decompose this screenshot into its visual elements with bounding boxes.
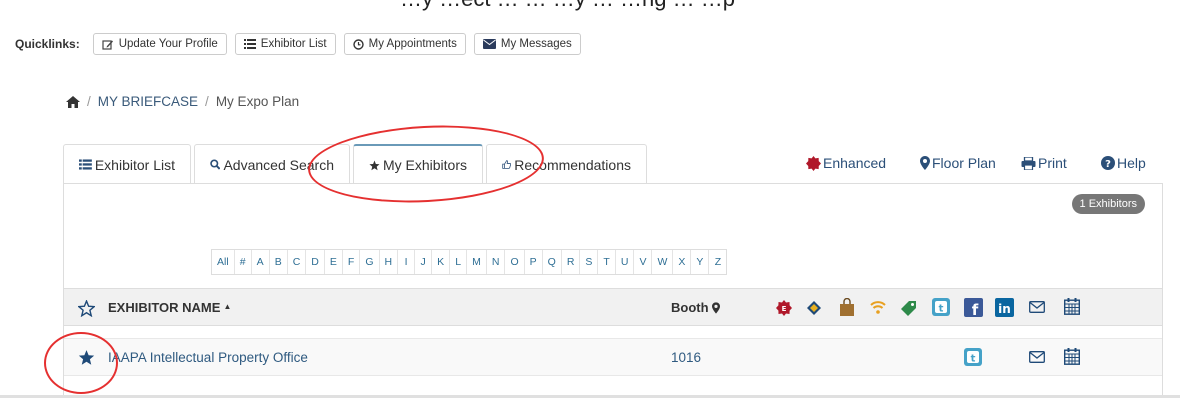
help-label: Help <box>1117 155 1146 171</box>
alpha-filter-s[interactable]: S <box>580 250 599 274</box>
exhibitor-count-badge: 1 Exhibitors <box>1071 194 1145 214</box>
wifi-icon[interactable] <box>870 299 886 315</box>
my-appointments-button[interactable]: My Appointments <box>343 33 466 55</box>
alpha-filter-o[interactable]: O <box>505 250 525 274</box>
alpha-filter-h[interactable]: H <box>380 250 399 274</box>
alpha-filter-e[interactable]: E <box>325 250 343 274</box>
my-appointments-label: My Appointments <box>368 38 457 50</box>
print-label: Print <box>1038 155 1067 171</box>
twitter-icon[interactable]: t <box>932 298 950 316</box>
cropped-caption: …y …ect … … …y … …ng … …p <box>0 0 1180 12</box>
featured-product-icon[interactable] <box>806 300 822 316</box>
map-marker-icon <box>711 301 720 314</box>
alpha-filter-q[interactable]: Q <box>543 250 562 274</box>
alpha-filter-y[interactable]: Y <box>691 250 710 274</box>
sort-asc-icon: ▲ <box>223 302 232 311</box>
alpha-filter-a[interactable]: A <box>252 250 270 274</box>
enhanced-badge-icon[interactable]: E <box>776 300 792 316</box>
shopping-bag-icon[interactable] <box>839 298 855 316</box>
enhanced-label: Enhanced <box>823 155 887 171</box>
alpha-filter-l[interactable]: L <box>450 250 468 274</box>
svg-text:in: in <box>998 302 1011 316</box>
header-label: EXHIBITOR NAME <box>108 300 221 315</box>
calendar-icon[interactable] <box>1064 298 1080 315</box>
home-icon[interactable] <box>66 95 80 108</box>
edit-icon <box>102 39 113 50</box>
svg-text:?: ? <box>1105 159 1111 170</box>
floor-plan-link[interactable]: Floor Plan <box>920 155 996 171</box>
toolbar-links: Enhanced Floor Plan Print ? Help <box>0 155 1180 175</box>
envelope-icon <box>482 39 496 49</box>
enhanced-link[interactable]: Enhanced <box>806 155 886 171</box>
map-marker-icon <box>920 156 930 170</box>
twitter-icon[interactable]: t <box>964 348 982 366</box>
breadcrumb-my-briefcase[interactable]: MY BRIEFCASE <box>98 94 198 109</box>
header-label: Booth <box>671 300 709 315</box>
exhibitor-name-link[interactable]: IAAPA Intellectual Property Office <box>108 350 308 365</box>
print-link[interactable]: Print <box>1021 155 1067 171</box>
update-profile-button[interactable]: Update Your Profile <box>92 33 227 55</box>
alpha-filter-z[interactable]: Z <box>709 250 726 274</box>
exhibitor-list-label: Exhibitor List <box>260 38 327 50</box>
alpha-filter-number[interactable]: # <box>235 250 252 274</box>
my-messages-label: My Messages <box>500 38 572 50</box>
exhibitor-name-header[interactable]: EXHIBITOR NAME ▲ <box>108 300 231 315</box>
star-outline-icon[interactable] <box>78 300 95 317</box>
alpha-filter-c[interactable]: C <box>288 250 307 274</box>
question-circle-icon: ? <box>1101 156 1115 170</box>
breadcrumb-separator: / <box>205 94 209 109</box>
help-link[interactable]: ? Help <box>1101 155 1146 171</box>
update-profile-label: Update Your Profile <box>118 38 218 50</box>
quicklinks-label: Quicklinks: <box>15 37 80 51</box>
svg-text:t: t <box>939 304 944 315</box>
alpha-filter-i[interactable]: I <box>398 250 416 274</box>
svg-text:t: t <box>971 354 976 365</box>
exhibitor-list-button[interactable]: Exhibitor List <box>234 33 336 55</box>
table-header: EXHIBITOR NAME ▲ Booth E t f in <box>64 288 1162 326</box>
alpha-filter-n[interactable]: N <box>487 250 506 274</box>
alpha-filter-v[interactable]: V <box>634 250 653 274</box>
print-icon <box>1021 156 1036 170</box>
alpha-filter-r[interactable]: R <box>562 250 581 274</box>
breadcrumb: / MY BRIEFCASE / My Expo Plan <box>66 94 299 109</box>
booth-number[interactable]: 1016 <box>671 350 701 365</box>
list-icon <box>243 39 256 49</box>
envelope-icon[interactable] <box>1029 351 1045 363</box>
svg-text:E: E <box>782 305 787 313</box>
quicklinks-bar: Quicklinks: Update Your Profile Exhibito… <box>15 33 589 55</box>
alpha-filter-x[interactable]: X <box>673 250 692 274</box>
exhibitors-panel: 1 Exhibitors All # A B C D E F G H I J K L M N O P Q R S T U V W… <box>63 183 1163 398</box>
clock-icon <box>352 38 364 50</box>
calendar-icon[interactable] <box>1064 348 1080 365</box>
star-filled-icon[interactable] <box>78 349 95 366</box>
alpha-filter-j[interactable]: J <box>415 250 433 274</box>
alpha-filter-g[interactable]: G <box>360 250 380 274</box>
sponsor-tag-icon[interactable] <box>900 299 918 317</box>
linkedin-icon[interactable]: in <box>995 298 1014 317</box>
facebook-icon[interactable]: f <box>964 298 983 317</box>
enhanced-badge-icon <box>806 155 821 171</box>
alpha-filter-p[interactable]: P <box>525 250 543 274</box>
alpha-filter-t[interactable]: T <box>598 250 616 274</box>
breadcrumb-current: My Expo Plan <box>215 94 300 109</box>
envelope-icon[interactable] <box>1029 301 1045 313</box>
alpha-filter-f[interactable]: F <box>343 250 361 274</box>
alpha-filter-w[interactable]: W <box>652 250 674 274</box>
alpha-filter-m[interactable]: M <box>467 250 487 274</box>
breadcrumb-separator: / <box>87 94 91 109</box>
my-messages-button[interactable]: My Messages <box>473 33 581 55</box>
svg-text:f: f <box>972 301 979 317</box>
table-row[interactable]: IAAPA Intellectual Property Office 1016 … <box>64 338 1162 376</box>
alpha-filter-k[interactable]: K <box>432 250 451 274</box>
alpha-filter-b[interactable]: B <box>270 250 288 274</box>
alpha-filter-all[interactable]: All <box>212 250 235 274</box>
booth-header[interactable]: Booth <box>671 300 720 315</box>
alpha-filter-d[interactable]: D <box>306 250 325 274</box>
alphabet-filter: All # A B C D E F G H I J K L M N O P Q R S T U V W X Y Z <box>211 249 728 275</box>
floor-plan-label: Floor Plan <box>932 155 996 171</box>
alpha-filter-u[interactable]: U <box>616 250 635 274</box>
